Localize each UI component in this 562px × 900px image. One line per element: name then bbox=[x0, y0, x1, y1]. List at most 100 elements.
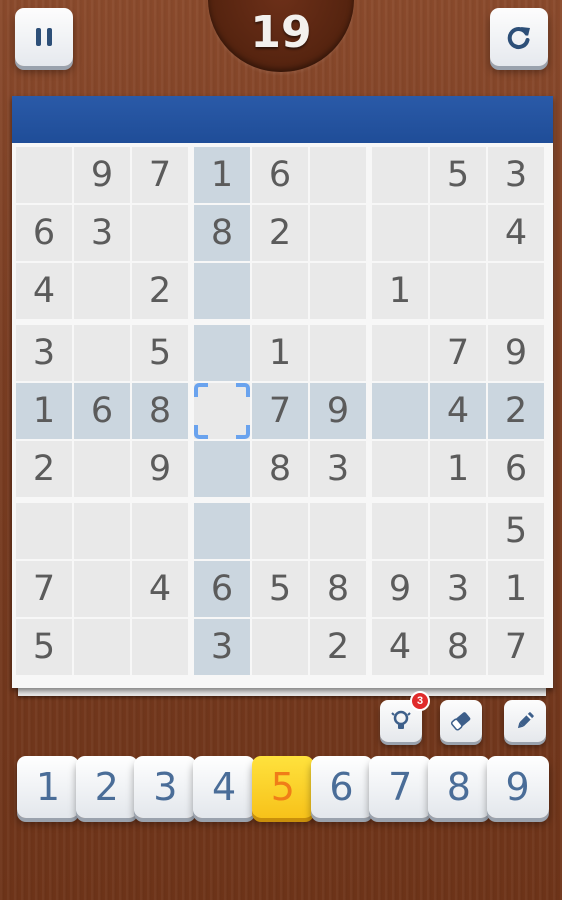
sudoku-cell-r2c2[interactable]: 3 bbox=[74, 205, 130, 261]
sudoku-cell-r2c1[interactable]: 6 bbox=[16, 205, 72, 261]
sudoku-cell-r2c9[interactable]: 4 bbox=[488, 205, 544, 261]
sudoku-cell-r1c6[interactable] bbox=[310, 147, 366, 203]
sudoku-cell-r9c4[interactable]: 3 bbox=[194, 619, 250, 675]
number-key-2[interactable]: 2 bbox=[75, 756, 138, 818]
number-key-5[interactable]: 5 bbox=[251, 756, 314, 818]
sudoku-cell-r5c8[interactable]: 4 bbox=[430, 383, 486, 439]
hint-button[interactable]: 3 bbox=[380, 691, 430, 742]
sudoku-cell-r5c5[interactable]: 7 bbox=[252, 383, 308, 439]
sudoku-cell-r2c3[interactable] bbox=[132, 205, 188, 261]
sudoku-cell-r8c2[interactable] bbox=[74, 561, 130, 617]
sudoku-cell-r2c6[interactable] bbox=[310, 205, 366, 261]
sudoku-cell-r4c8[interactable]: 7 bbox=[430, 325, 486, 381]
sudoku-cell-r6c5[interactable]: 8 bbox=[252, 441, 308, 497]
number-key-8[interactable]: 8 bbox=[427, 756, 490, 818]
sudoku-cell-r6c1[interactable]: 2 bbox=[16, 441, 72, 497]
sudoku-cell-r3c5[interactable] bbox=[252, 263, 308, 319]
sudoku-cell-r4c4[interactable] bbox=[194, 325, 250, 381]
erase-button[interactable] bbox=[440, 700, 482, 742]
sudoku-cell-r6c3[interactable]: 9 bbox=[132, 441, 188, 497]
sudoku-cell-r9c3[interactable] bbox=[132, 619, 188, 675]
sudoku-cell-r9c9[interactable]: 7 bbox=[488, 619, 544, 675]
sudoku-cell-r7c4[interactable] bbox=[194, 503, 250, 559]
sudoku-cell-r5c6[interactable]: 9 bbox=[310, 383, 366, 439]
number-key-7[interactable]: 7 bbox=[369, 756, 432, 818]
sudoku-cell-r4c6[interactable] bbox=[310, 325, 366, 381]
sudoku-cell-r4c7[interactable] bbox=[372, 325, 428, 381]
sudoku-cell-r1c3[interactable]: 7 bbox=[132, 147, 188, 203]
sudoku-cell-r7c2[interactable] bbox=[74, 503, 130, 559]
sudoku-cell-r3c7[interactable]: 1 bbox=[372, 263, 428, 319]
sudoku-cell-r7c6[interactable] bbox=[310, 503, 366, 559]
sudoku-cell-r5c2[interactable]: 6 bbox=[74, 383, 130, 439]
sudoku-cell-r6c8[interactable]: 1 bbox=[430, 441, 486, 497]
sudoku-cell-r1c2[interactable]: 9 bbox=[74, 147, 130, 203]
pause-button[interactable] bbox=[15, 8, 73, 66]
sudoku-cell-r6c4[interactable] bbox=[194, 441, 250, 497]
sudoku-cell-r9c1[interactable]: 5 bbox=[16, 619, 72, 675]
sudoku-cell-r7c9[interactable]: 5 bbox=[488, 503, 544, 559]
cell-digit: 9 bbox=[90, 155, 114, 195]
number-key-6[interactable]: 6 bbox=[310, 756, 373, 818]
hint-count-badge: 3 bbox=[410, 691, 430, 711]
number-key-9[interactable]: 9 bbox=[486, 756, 549, 818]
sudoku-cell-r3c4[interactable] bbox=[194, 263, 250, 319]
sudoku-cell-r7c3[interactable] bbox=[132, 503, 188, 559]
sudoku-cell-r4c5[interactable]: 1 bbox=[252, 325, 308, 381]
sudoku-cell-r4c1[interactable]: 3 bbox=[16, 325, 72, 381]
sudoku-cell-r3c3[interactable]: 2 bbox=[132, 263, 188, 319]
sudoku-cell-r1c5[interactable]: 6 bbox=[252, 147, 308, 203]
sudoku-cell-r3c1[interactable]: 4 bbox=[16, 263, 72, 319]
sudoku-cell-r3c6[interactable] bbox=[310, 263, 366, 319]
sudoku-cell-r9c7[interactable]: 4 bbox=[372, 619, 428, 675]
sudoku-cell-r7c8[interactable] bbox=[430, 503, 486, 559]
sudoku-cell-r4c3[interactable]: 5 bbox=[132, 325, 188, 381]
sudoku-cell-r5c4[interactable] bbox=[194, 383, 250, 439]
sudoku-cell-r8c3[interactable]: 4 bbox=[132, 561, 188, 617]
sudoku-cell-r6c6[interactable]: 3 bbox=[310, 441, 366, 497]
number-key-4[interactable]: 4 bbox=[193, 756, 256, 818]
sudoku-cell-r2c5[interactable]: 2 bbox=[252, 205, 308, 261]
sudoku-cell-r1c7[interactable] bbox=[372, 147, 428, 203]
sudoku-cell-r8c7[interactable]: 9 bbox=[372, 561, 428, 617]
pencil-button[interactable] bbox=[504, 700, 546, 742]
sudoku-cell-r9c6[interactable]: 2 bbox=[310, 619, 366, 675]
sudoku-cell-r7c1[interactable] bbox=[16, 503, 72, 559]
sudoku-cell-r6c7[interactable] bbox=[372, 441, 428, 497]
restart-button[interactable] bbox=[490, 8, 548, 66]
sudoku-cell-r8c5[interactable]: 5 bbox=[252, 561, 308, 617]
sudoku-cell-r5c3[interactable]: 8 bbox=[132, 383, 188, 439]
sudoku-cell-r5c7[interactable] bbox=[372, 383, 428, 439]
cell-digit: 1 bbox=[504, 569, 528, 609]
sudoku-cell-r2c4[interactable]: 8 bbox=[194, 205, 250, 261]
sudoku-cell-r5c1[interactable]: 1 bbox=[16, 383, 72, 439]
sudoku-cell-r4c2[interactable] bbox=[74, 325, 130, 381]
sudoku-cell-r7c5[interactable] bbox=[252, 503, 308, 559]
sudoku-cell-r2c8[interactable] bbox=[430, 205, 486, 261]
sudoku-cell-r3c2[interactable] bbox=[74, 263, 130, 319]
cell-digit: 5 bbox=[504, 511, 528, 551]
sudoku-cell-r8c4[interactable]: 6 bbox=[194, 561, 250, 617]
sudoku-cell-r1c1[interactable] bbox=[16, 147, 72, 203]
sudoku-cell-r6c9[interactable]: 6 bbox=[488, 441, 544, 497]
sudoku-cell-r1c9[interactable]: 3 bbox=[488, 147, 544, 203]
sudoku-cell-r2c7[interactable] bbox=[372, 205, 428, 261]
sudoku-cell-r7c7[interactable] bbox=[372, 503, 428, 559]
sudoku-cell-r3c8[interactable] bbox=[430, 263, 486, 319]
sudoku-cell-r3c9[interactable] bbox=[488, 263, 544, 319]
sudoku-cell-r1c8[interactable]: 5 bbox=[430, 147, 486, 203]
cell-digit: 9 bbox=[326, 391, 350, 431]
sudoku-cell-r9c2[interactable] bbox=[74, 619, 130, 675]
sudoku-cell-r6c2[interactable] bbox=[74, 441, 130, 497]
sudoku-cell-r9c8[interactable]: 8 bbox=[430, 619, 486, 675]
number-key-3[interactable]: 3 bbox=[134, 756, 197, 818]
sudoku-cell-r8c6[interactable]: 8 bbox=[310, 561, 366, 617]
sudoku-cell-r5c9[interactable]: 2 bbox=[488, 383, 544, 439]
sudoku-cell-r8c8[interactable]: 3 bbox=[430, 561, 486, 617]
sudoku-cell-r8c9[interactable]: 1 bbox=[488, 561, 544, 617]
number-key-1[interactable]: 1 bbox=[17, 756, 79, 818]
sudoku-cell-r1c4[interactable]: 1 bbox=[194, 147, 250, 203]
sudoku-cell-r4c9[interactable]: 9 bbox=[488, 325, 544, 381]
sudoku-cell-r9c5[interactable] bbox=[252, 619, 308, 675]
sudoku-cell-r8c1[interactable]: 7 bbox=[16, 561, 72, 617]
